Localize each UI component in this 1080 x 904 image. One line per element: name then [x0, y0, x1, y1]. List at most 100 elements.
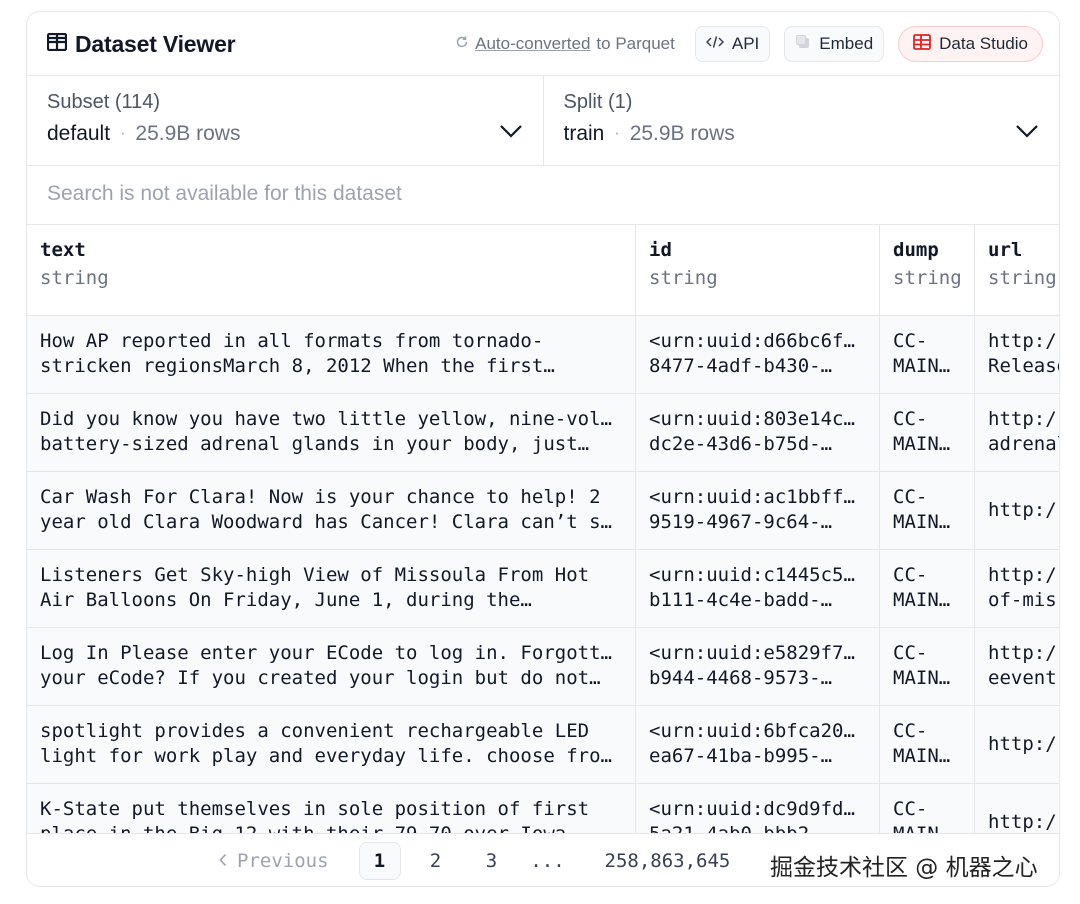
table-cell-id[interactable]: <urn:uuid:c1445c58- b111-4c4e-badd-… [636, 550, 880, 627]
viewer-title: Dataset Viewer [46, 31, 236, 58]
subset-label: Subset (114) [47, 91, 161, 113]
column-type: string [988, 267, 1057, 289]
cell-text-line: How AP reported in all formats from torn… [40, 330, 544, 352]
cell-text-line: ea67-41ba-b995-… [649, 745, 833, 767]
table-cell-dump[interactable]: CC- MAIN-… [880, 628, 975, 705]
cell-text-line: place in the Big 12 with their 79-70 ove… [40, 822, 622, 833]
table-header: text string id string dump string url st… [27, 225, 1059, 316]
viewer-header: Dataset Viewer Auto-converted to Parquet… [27, 12, 1059, 76]
cell-text-line: 9519-4967-9c64-… [649, 511, 833, 533]
table-cell-dump[interactable]: CC- MAIN-… [880, 472, 975, 549]
table-cell-url[interactable]: http:/ eevent [975, 628, 1059, 705]
table-cell-url[interactable]: http:/ Release [975, 316, 1059, 393]
table-cell-url[interactable]: http:/ [975, 706, 1059, 783]
column-header-url[interactable]: url string [975, 225, 1059, 316]
table-cell-text[interactable]: K-State put themselves in sole position … [27, 784, 636, 833]
cell-text-line: http:/ [988, 642, 1057, 664]
cell-text-line: <urn:uuid:c1445c58- [649, 564, 866, 586]
cell-text-line: 5a21-4ab0-bbb2-… [649, 822, 866, 833]
cell-text-line: dc2e-43d6-b75d-… [649, 433, 833, 455]
parquet-status: Auto-converted to Parquet [455, 34, 675, 54]
embed-button[interactable]: Embed [784, 26, 885, 62]
page-button-1[interactable]: 1 [358, 842, 401, 880]
cell-text-line: Car Wash For Clara! Now is your chance t… [40, 486, 601, 508]
split-dropdown[interactable]: Split (1) train · 25.9B rows [542, 76, 1060, 165]
subset-dropdown[interactable]: Subset (114) default · 25.9B rows [27, 76, 543, 165]
column-header-dump[interactable]: dump string [880, 225, 975, 316]
table-row[interactable]: Log In Please enter your ECode to log in… [27, 628, 1059, 706]
api-button[interactable]: API [694, 26, 771, 62]
table-icon [46, 32, 68, 56]
parquet-text: to Parquet [596, 34, 675, 53]
column-type: string [893, 267, 962, 289]
previous-label: Previous [237, 850, 329, 872]
table-row[interactable]: Listeners Get Sky-high View of Missoula … [27, 550, 1059, 628]
cell-text-line: <urn:uuid:803e14c3- [649, 408, 866, 430]
cell-text-line: CC- [893, 330, 928, 352]
previous-button[interactable]: Previous [219, 850, 329, 872]
table-cell-dump[interactable]: CC- MAIN-… [880, 550, 975, 627]
table-cell-text[interactable]: Log In Please enter your ECode to log in… [27, 628, 636, 705]
table-cell-id[interactable]: <urn:uuid:ac1bbfff- 9519-4967-9c64-… [636, 472, 880, 549]
table-cell-url[interactable]: http:/ of-mis [975, 550, 1059, 627]
data-table[interactable]: text string id string dump string url st… [27, 225, 1059, 833]
table-cell-id[interactable]: <urn:uuid:e5829f7d-b944-4468-9573-… [636, 628, 880, 705]
table-cell-text[interactable]: spotlight provides a convenient recharge… [27, 706, 636, 783]
cell-text-line: CC- [893, 564, 928, 586]
page-button-last[interactable]: 258,863,645 [599, 842, 737, 880]
column-name: dump [893, 239, 939, 261]
table-cell-text[interactable]: Did you know you have two little yellow,… [27, 394, 636, 471]
cell-text-line: your eCode? If you created your login bu… [40, 667, 601, 689]
cell-text-line: http:/ [988, 499, 1057, 521]
cell-text-line: Release [988, 355, 1059, 377]
table-cell-text[interactable]: Listeners Get Sky-high View of Missoula … [27, 550, 636, 627]
data-studio-button-label: Data Studio [939, 34, 1028, 53]
subset-value-row: default · 25.9B rows [47, 122, 523, 146]
column-header-text[interactable]: text string [27, 225, 636, 316]
table-row[interactable]: K-State put themselves in sole position … [27, 784, 1059, 833]
table-cell-url[interactable]: http:/ [975, 784, 1059, 833]
table-row[interactable]: Car Wash For Clara! Now is your chance t… [27, 472, 1059, 550]
table-row[interactable]: How AP reported in all formats from torn… [27, 316, 1059, 394]
table-cell-text[interactable]: How AP reported in all formats from torn… [27, 316, 636, 393]
table-row[interactable]: Did you know you have two little yellow,… [27, 394, 1059, 472]
cell-text-line: year old Clara Woodward has Cancer! Clar… [40, 511, 622, 533]
page-button-2[interactable]: 2 [415, 842, 457, 880]
table-cell-dump[interactable]: CC- MAIN-… [880, 706, 975, 783]
column-name: url [988, 239, 1023, 261]
table-cell-id[interactable]: <urn:uuid:dc9d9fd8- 5a21-4ab0-bbb2-… [636, 784, 880, 833]
column-header-id[interactable]: id string [636, 225, 880, 316]
spreadsheet-icon [913, 33, 932, 55]
split-row-count: 25.9B rows [629, 122, 735, 145]
page-button-3[interactable]: 3 [471, 842, 513, 880]
data-studio-button[interactable]: Data Studio [898, 26, 1043, 62]
chevron-left-icon [219, 850, 227, 872]
watermark-text: 掘金技术社区 @ 机器之心 [770, 855, 1038, 881]
dataset-viewer-card: Dataset Viewer Auto-converted to Parquet… [26, 11, 1060, 887]
cell-text-line: stricken regionsMarch 8, 2012 When the f… [40, 355, 555, 377]
cell-text-line: http:/ [988, 564, 1057, 586]
chevron-down-icon [499, 124, 523, 143]
table-cell-id[interactable]: <urn:uuid:6bfca20f-ea67-41ba-b995-… [636, 706, 880, 783]
table-cell-dump[interactable]: CC- MAIN-… [880, 784, 975, 833]
cell-text-line: light for work play and everyday life. c… [40, 745, 622, 767]
table-cell-id[interactable]: <urn:uuid:803e14c3- dc2e-43d6-b75d-… [636, 394, 880, 471]
api-button-label: API [731, 34, 760, 53]
table-cell-url[interactable]: http:/ [975, 472, 1059, 549]
cell-text-line: b111-4c4e-badd-… [649, 589, 833, 611]
table-cell-id[interactable]: <urn:uuid:d66bc6fe- 8477-4adf-b430-… [636, 316, 880, 393]
cell-text-line: <urn:uuid:d66bc6fe- [649, 330, 866, 352]
cell-text-line: Air Balloons On Friday, June 1, during t… [40, 589, 532, 611]
table-cell-dump[interactable]: CC- MAIN-… [880, 394, 975, 471]
cell-text-line: <urn:uuid:6bfca20f- [649, 720, 866, 742]
table-row[interactable]: spotlight provides a convenient recharge… [27, 706, 1059, 784]
cell-text-line: <urn:uuid:dc9d9fd8- [649, 798, 866, 820]
auto-converted-link[interactable]: Auto-converted [475, 34, 590, 54]
table-cell-text[interactable]: Car Wash For Clara! Now is your chance t… [27, 472, 636, 549]
cell-text-line: adrenal [988, 433, 1059, 455]
subset-split-selectors: Subset (114) default · 25.9B rows Split … [27, 76, 1059, 166]
table-cell-url[interactable]: http:/ adrenal [975, 394, 1059, 471]
page-title: Dataset Viewer [75, 31, 236, 57]
subset-value: default [47, 122, 111, 145]
table-cell-dump[interactable]: CC- MAIN-… [880, 316, 975, 393]
